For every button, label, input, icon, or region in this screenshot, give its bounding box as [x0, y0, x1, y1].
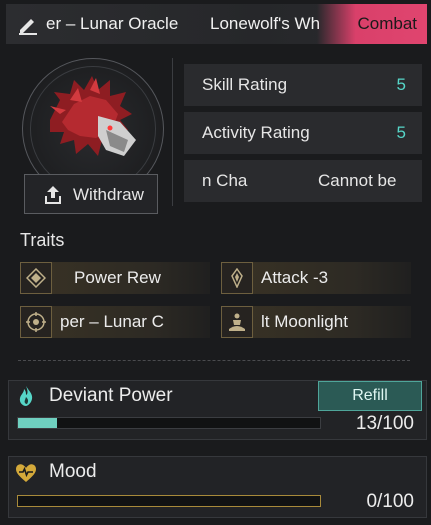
refill-button[interactable]: Refill — [318, 381, 422, 411]
trait-label: Attack -3 — [261, 268, 329, 287]
mood-bar — [17, 495, 321, 507]
withdraw-button[interactable]: Withdraw — [24, 174, 158, 214]
deviant-power-label: Deviant Power — [49, 385, 173, 406]
heart-pulse-icon — [16, 464, 36, 482]
activity-rating-row: Activity Rating 5 — [184, 112, 422, 154]
meditate-icon — [221, 306, 253, 338]
deviant-power-bar — [17, 417, 321, 429]
mood-label: Mood — [49, 461, 97, 482]
divider — [172, 58, 173, 206]
compass-icon — [20, 306, 52, 338]
diamond-icon — [20, 262, 52, 294]
combat-tab[interactable]: Combat — [317, 4, 427, 44]
deviant-power-panel: Deviant Power Refill 13/100 — [8, 380, 427, 440]
deviant-name: er – Lunar Oracle — [46, 14, 179, 33]
trait-label: lt Moonlight — [261, 312, 348, 331]
trait-item[interactable]: per – Lunar C — [20, 306, 210, 338]
trait-label: Power Rew — [74, 268, 161, 287]
flame-icon — [19, 386, 33, 406]
withdraw-label: Withdraw — [73, 185, 144, 204]
skill-rating-value: 5 — [396, 75, 406, 94]
wolf-head-image — [50, 76, 136, 156]
mood-panel: Mood 0/100 — [8, 456, 427, 518]
change-value: Cannot be — [318, 171, 397, 190]
skill-rating-label: Skill Rating — [202, 75, 288, 94]
activity-rating-label: Activity Rating — [202, 123, 310, 142]
mood-value: 0/100 — [366, 491, 414, 512]
trait-label: per – Lunar C — [60, 312, 164, 331]
trait-item[interactable]: Attack -3 — [221, 262, 411, 294]
deviant-power-value: 13/100 — [355, 413, 414, 434]
activity-rating-value: 5 — [396, 123, 406, 142]
edit-icon[interactable] — [16, 12, 40, 36]
change-row: n Cha Cannot be — [184, 160, 422, 202]
upload-icon — [45, 186, 61, 204]
trait-item[interactable]: lt Moonlight — [221, 306, 411, 338]
header-bar: er – Lunar Oracle Lonewolf's Wh Combat — [6, 4, 427, 44]
section-divider — [18, 360, 410, 361]
skill-rating-row: Skill Rating 5 — [184, 64, 422, 106]
deviant-power-fill — [18, 418, 58, 428]
change-label: n Cha — [202, 171, 248, 190]
crystal-icon — [221, 262, 253, 294]
trait-item[interactable]: Power Rew — [20, 262, 210, 294]
traits-title: Traits — [20, 230, 65, 250]
